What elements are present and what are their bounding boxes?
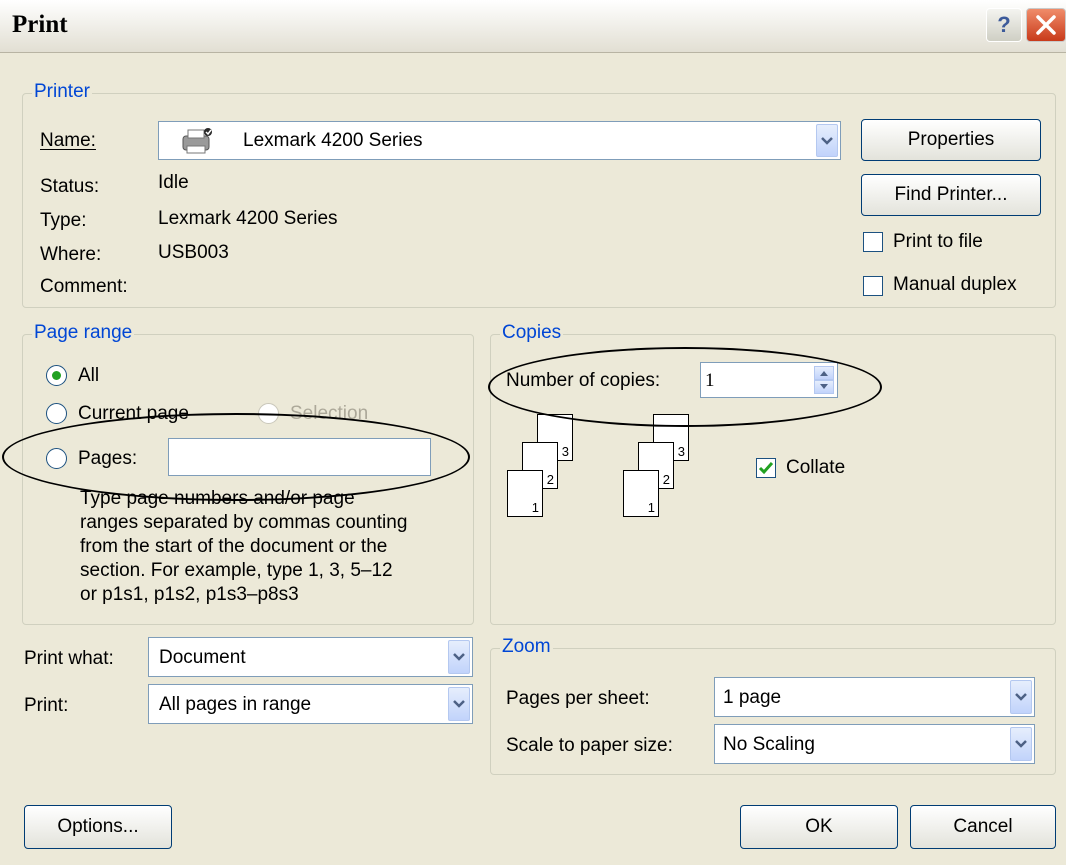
properties-button[interactable]: Properties (861, 119, 1041, 161)
help-line: ranges separated by commas counting (80, 512, 408, 533)
collate-label[interactable]: Collate (786, 457, 845, 479)
chevron-down-icon[interactable] (448, 687, 470, 721)
copies-group-label: Copies (500, 322, 564, 344)
printer-name-value: Lexmark 4200 Series (243, 130, 423, 151)
chevron-down-icon[interactable] (816, 124, 838, 157)
printer-group-label: Printer (32, 81, 92, 103)
chevron-down-icon[interactable] (448, 640, 470, 674)
printer-name-label: Name: (40, 130, 96, 151)
chevron-down-icon[interactable] (1010, 680, 1032, 714)
page-range-help-text: Type page numbers and/or page ranges sep… (80, 487, 407, 607)
chevron-down-icon[interactable] (1010, 727, 1032, 761)
print-what-select[interactable]: Document (148, 637, 473, 677)
close-button[interactable] (1026, 8, 1066, 42)
printer-name-combo[interactable]: Lexmark 4200 Series (158, 121, 841, 160)
close-icon (1036, 15, 1056, 35)
printer-icon (179, 126, 215, 162)
collate-page-1: 1 (507, 470, 543, 517)
scale-to-paper-select[interactable]: No Scaling (714, 724, 1035, 764)
manual-duplex-checkbox[interactable] (863, 276, 883, 296)
checkmark-icon (758, 462, 774, 475)
help-line: from the start of the document or the (80, 536, 388, 557)
pages-per-sheet-label: Pages per sheet: (506, 688, 650, 709)
collate-checkbox[interactable] (756, 458, 776, 478)
pages-per-sheet-select[interactable]: 1 page (714, 677, 1035, 717)
find-printer-button[interactable]: Find Printer... (861, 174, 1041, 216)
print-to-file-checkbox[interactable] (863, 232, 883, 252)
status-label: Status: (40, 176, 100, 197)
scale-to-paper-label: Scale to paper size: (506, 735, 673, 756)
scale-to-paper-value: No Scaling (723, 734, 815, 755)
annotation-ellipse-pages (2, 413, 470, 501)
pages-per-sheet-value: 1 page (723, 687, 782, 708)
annotation-ellipse-copies (488, 347, 882, 427)
status-value: Idle (158, 172, 189, 193)
comment-label: Comment: (40, 276, 128, 297)
window-title: Print (12, 11, 68, 38)
help-line: section. For example, type 1, 3, 5–12 (80, 560, 393, 581)
where-value: USB003 (158, 242, 229, 263)
title-bar (0, 0, 1066, 53)
cancel-button[interactable]: Cancel (910, 805, 1056, 849)
print-what-label: Print what: (24, 648, 114, 669)
options-button[interactable]: Options... (24, 805, 172, 849)
zoom-group-label: Zoom (500, 636, 553, 658)
help-line: or p1s1, p1s2, p1s3–p8s3 (80, 584, 299, 605)
print-label: Print: (24, 695, 69, 716)
where-label: Where: (40, 244, 102, 265)
current-page-radio[interactable] (46, 403, 67, 424)
print-select[interactable]: All pages in range (148, 684, 473, 724)
print-value: All pages in range (159, 694, 312, 715)
ok-button[interactable]: OK (740, 805, 898, 849)
all-radio-label[interactable]: All (78, 365, 99, 387)
collate-page-1: 1 (623, 470, 659, 517)
type-value: Lexmark 4200 Series (158, 208, 338, 229)
type-label: Type: (40, 210, 87, 231)
print-what-value: Document (159, 647, 246, 668)
help-button[interactable]: ? (986, 8, 1022, 42)
page-range-group-label: Page range (32, 322, 135, 344)
all-radio[interactable] (46, 365, 67, 386)
manual-duplex-label[interactable]: Manual duplex (893, 274, 1017, 296)
print-to-file-label[interactable]: Print to file (893, 231, 983, 253)
